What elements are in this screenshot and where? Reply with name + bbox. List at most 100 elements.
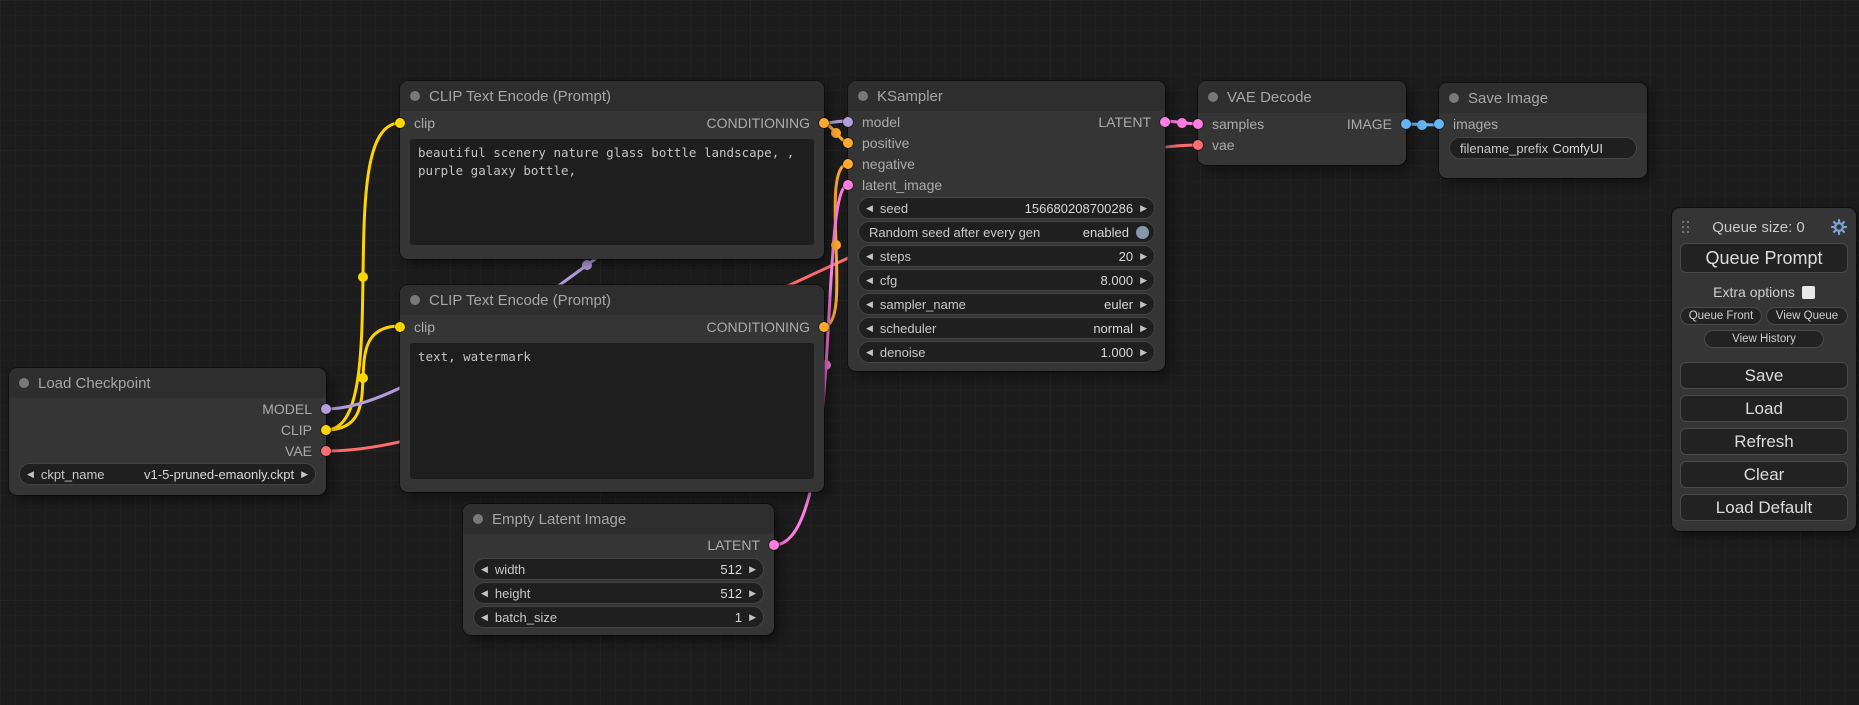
node-load-checkpoint[interactable]: Load Checkpoint MODEL CLIP VAE ◀ ckpt_na… <box>9 368 326 495</box>
arrow-left-icon[interactable]: ◀ <box>866 204 873 213</box>
node-title-bar[interactable]: VAE Decode <box>1198 81 1406 113</box>
node-empty-latent-image[interactable]: Empty Latent Image LATENT ◀ width 512 ▶ … <box>463 504 774 635</box>
arrow-right-icon[interactable]: ▶ <box>1140 324 1147 333</box>
arrow-left-icon[interactable]: ◀ <box>866 252 873 261</box>
node-ksampler[interactable]: KSampler model LATENT positive negative … <box>848 81 1165 371</box>
queue-prompt-button[interactable]: Queue Prompt <box>1680 243 1848 273</box>
clear-button[interactable]: Clear <box>1680 461 1848 488</box>
widget-denoise[interactable]: ◀ denoise 1.000 ▶ <box>858 341 1155 363</box>
vae-output-dot-icon[interactable] <box>321 446 331 456</box>
latent-input-dot-icon[interactable] <box>843 180 853 190</box>
arrow-left-icon[interactable]: ◀ <box>481 589 488 598</box>
latent-input-dot-icon[interactable] <box>1193 119 1203 129</box>
queue-front-button[interactable]: Queue Front <box>1680 307 1762 325</box>
widget-batch-size[interactable]: ◀ batch_size 1 ▶ <box>473 606 764 628</box>
arrow-left-icon[interactable]: ◀ <box>27 470 34 479</box>
collapse-dot-icon[interactable] <box>1208 92 1218 102</box>
image-output-dot-icon[interactable] <box>1401 119 1411 129</box>
node-clip-text-encode-negative[interactable]: CLIP Text Encode (Prompt) clip CONDITION… <box>400 285 824 492</box>
settings-gear-icon[interactable] <box>1830 218 1848 236</box>
collapse-dot-icon[interactable] <box>1449 93 1459 103</box>
arrow-right-icon[interactable]: ▶ <box>1140 252 1147 261</box>
arrow-right-icon[interactable]: ▶ <box>749 589 756 598</box>
save-button[interactable]: Save <box>1680 362 1848 389</box>
node-title: Load Checkpoint <box>38 375 151 392</box>
negative-prompt-textarea[interactable]: text, watermark <box>410 343 814 479</box>
arrow-left-icon[interactable]: ◀ <box>481 613 488 622</box>
collapse-dot-icon[interactable] <box>19 378 29 388</box>
latent-output-dot-icon[interactable] <box>769 540 779 550</box>
arrow-left-icon[interactable]: ◀ <box>481 565 488 574</box>
widget-width[interactable]: ◀ width 512 ▶ <box>473 558 764 580</box>
collapse-dot-icon[interactable] <box>410 91 420 101</box>
drag-handle-icon[interactable] <box>1682 221 1684 223</box>
widget-ckpt-name[interactable]: ◀ ckpt_name v1-5-pruned-emaonly.ckpt ▶ <box>19 463 316 485</box>
load-button[interactable]: Load <box>1680 395 1848 422</box>
vae-input-dot-icon[interactable] <box>1193 140 1203 150</box>
node-title-bar[interactable]: Load Checkpoint <box>9 368 326 398</box>
arrow-left-icon[interactable]: ◀ <box>866 324 873 333</box>
conditioning-input-dot-icon[interactable] <box>843 138 853 148</box>
widget-seed[interactable]: ◀ seed 156680208700286 ▶ <box>858 197 1155 219</box>
extra-options-checkbox[interactable] <box>1802 286 1815 299</box>
queue-panel[interactable]: Queue size: 0 Queue Prompt Extra options… <box>1672 208 1856 531</box>
node-clip-text-encode-positive[interactable]: CLIP Text Encode (Prompt) clip CONDITION… <box>400 81 824 259</box>
arrow-left-icon[interactable]: ◀ <box>866 348 873 357</box>
output-slot-vae[interactable]: VAE <box>9 440 326 461</box>
widget-scheduler[interactable]: ◀ scheduler normal ▶ <box>858 317 1155 339</box>
collapse-dot-icon[interactable] <box>473 514 483 524</box>
conditioning-output-dot-icon[interactable] <box>819 322 829 332</box>
input-slot-latent-image[interactable]: latent_image <box>848 174 1165 195</box>
collapse-dot-icon[interactable] <box>410 295 420 305</box>
widget-filename-prefix[interactable]: filename_prefix ComfyUI <box>1449 137 1637 159</box>
clip-input-dot-icon[interactable] <box>395 322 405 332</box>
positive-prompt-textarea[interactable]: beautiful scenery nature glass bottle la… <box>410 139 814 245</box>
node-title-bar[interactable]: CLIP Text Encode (Prompt) <box>400 285 824 315</box>
node-title-bar[interactable]: CLIP Text Encode (Prompt) <box>400 81 824 111</box>
arrow-right-icon[interactable]: ▶ <box>1140 348 1147 357</box>
output-slot-latent[interactable]: LATENT <box>463 534 774 555</box>
arrow-left-icon[interactable]: ◀ <box>866 276 873 285</box>
conditioning-output-dot-icon[interactable] <box>819 118 829 128</box>
input-slot-images[interactable]: images <box>1439 113 1647 134</box>
refresh-button[interactable]: Refresh <box>1680 428 1848 455</box>
arrow-right-icon[interactable]: ▶ <box>1140 276 1147 285</box>
conditioning-input-dot-icon[interactable] <box>843 159 853 169</box>
node-title-bar[interactable]: Empty Latent Image <box>463 504 774 534</box>
widget-cfg[interactable]: ◀ cfg 8.000 ▶ <box>858 269 1155 291</box>
input-slot-negative[interactable]: negative <box>848 153 1165 174</box>
latent-output-dot-icon[interactable] <box>1160 117 1170 127</box>
model-output-dot-icon[interactable] <box>321 404 331 414</box>
input-slot-vae[interactable]: vae <box>1198 134 1406 155</box>
output-slot-model[interactable]: MODEL <box>9 398 326 419</box>
toggle-knob-icon[interactable] <box>1136 226 1149 239</box>
node-save-image[interactable]: Save Image images filename_prefix ComfyU… <box>1439 83 1647 178</box>
node-title: Save Image <box>1468 90 1548 107</box>
arrow-right-icon[interactable]: ▶ <box>1140 204 1147 213</box>
node-vae-decode[interactable]: VAE Decode samples IMAGE vae <box>1198 81 1406 165</box>
node-title-bar[interactable]: KSampler <box>848 81 1165 111</box>
collapse-dot-icon[interactable] <box>858 91 868 101</box>
widget-random-seed-toggle[interactable]: Random seed after every gen enabled <box>858 221 1155 243</box>
node-title-bar[interactable]: Save Image <box>1439 83 1647 113</box>
widget-height[interactable]: ◀ height 512 ▶ <box>473 582 764 604</box>
arrow-left-icon[interactable]: ◀ <box>866 300 873 309</box>
arrow-right-icon[interactable]: ▶ <box>749 613 756 622</box>
view-history-button[interactable]: View History <box>1704 330 1825 348</box>
widget-steps[interactable]: ◀ steps 20 ▶ <box>858 245 1155 267</box>
view-queue-button[interactable]: View Queue <box>1766 307 1848 325</box>
arrow-right-icon[interactable]: ▶ <box>749 565 756 574</box>
clip-output-dot-icon[interactable] <box>321 425 331 435</box>
widget-sampler-name[interactable]: ◀ sampler_name euler ▶ <box>858 293 1155 315</box>
input-slot-positive[interactable]: positive <box>848 132 1165 153</box>
queue-size-label: Queue size: 0 <box>1687 219 1830 236</box>
image-input-dot-icon[interactable] <box>1434 119 1444 129</box>
arrow-right-icon[interactable]: ▶ <box>301 470 308 479</box>
load-default-button[interactable]: Load Default <box>1680 494 1848 521</box>
node-graph-canvas[interactable]: Load Checkpoint MODEL CLIP VAE ◀ ckpt_na… <box>0 0 1859 705</box>
link-clip-to-positive-encode <box>326 123 400 430</box>
output-slot-clip[interactable]: CLIP <box>9 419 326 440</box>
arrow-right-icon[interactable]: ▶ <box>1140 300 1147 309</box>
clip-input-dot-icon[interactable] <box>395 118 405 128</box>
model-input-dot-icon[interactable] <box>843 117 853 127</box>
